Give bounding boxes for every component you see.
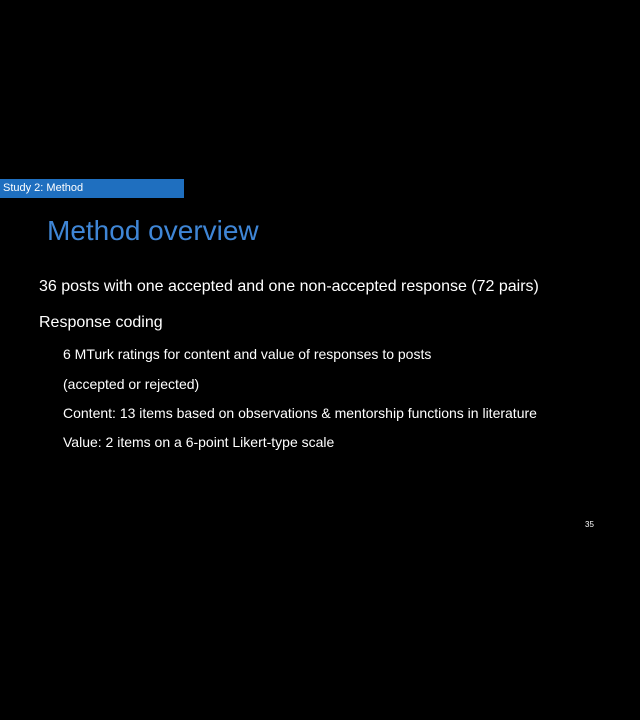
sub-bullet-value-items: Value: 2 items on a 6-point Likert-type … (63, 434, 335, 450)
sub-bullet-mturk-ratings: 6 MTurk ratings for content and value of… (63, 346, 432, 362)
bullet-posts: 36 posts with one accepted and one non-a… (39, 278, 539, 295)
slide: Study 2: Method Method overview 36 posts… (0, 0, 640, 720)
section-tag: Study 2: Method (0, 179, 184, 198)
sub-bullet-content-items: Content: 13 items based on observations … (63, 405, 537, 421)
slide-title: Method overview (47, 215, 259, 246)
page-number: 35 (585, 520, 594, 529)
bullet-response-coding: Response coding (39, 314, 163, 331)
sub-bullet-accepted-rejected: (accepted or rejected) (63, 376, 200, 392)
